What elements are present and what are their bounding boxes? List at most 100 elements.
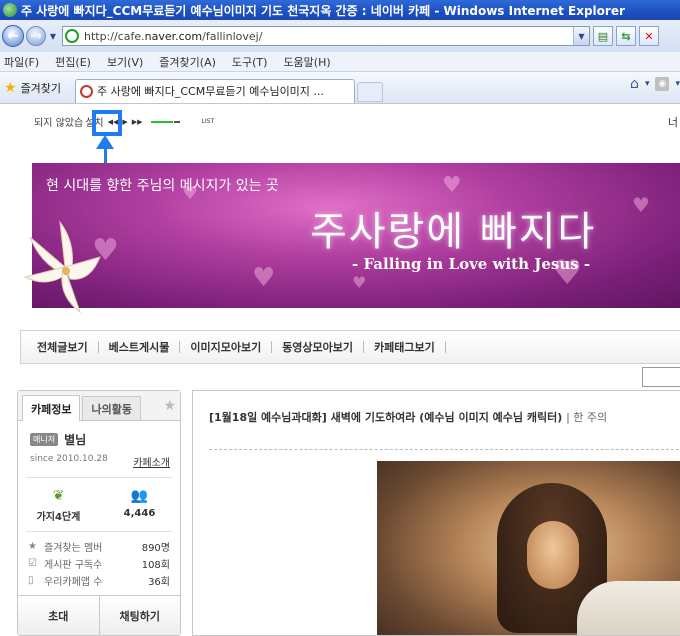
rss-dropdown[interactable]: ▾ bbox=[675, 79, 680, 89]
menu-images[interactable]: 이미지모아보기 bbox=[190, 339, 261, 355]
play-icon[interactable]: ▶ bbox=[122, 118, 127, 126]
cafe-search-input[interactable] bbox=[642, 367, 680, 387]
article-divider bbox=[209, 449, 680, 450]
cafe-stats: ❦ 가지4단계 👥 4,446 bbox=[18, 488, 180, 523]
menu-separator bbox=[363, 341, 365, 353]
menu-separator bbox=[271, 341, 273, 353]
menu-videos[interactable]: 동영상모아보기 bbox=[282, 339, 353, 355]
favorites-bar: ★ 즐겨찾기 주 사랑에 빠지다_CCM무료듣기 예수님이미지 ... ⌂ ▾ … bbox=[0, 72, 680, 104]
heart-icon: ♥ bbox=[632, 193, 650, 217]
command-bar: ⌂ ▾ ◉ ▾ bbox=[630, 76, 680, 92]
cafe-intro-link[interactable]: 카페소개 bbox=[133, 454, 170, 469]
back-button[interactable]: ← bbox=[2, 25, 24, 47]
cafe-banner[interactable]: ♥ ♥ ♥ ♥ ♥ ♥ ♥ 현 시대를 향한 주님의 메시지가 있는 곳 주사랑… bbox=[32, 163, 680, 308]
menu-best-posts[interactable]: 베스트게시물 bbox=[109, 339, 170, 355]
address-field[interactable]: http://cafe.naver.com/fallinlovej/ ▼ bbox=[62, 26, 590, 46]
menu-bar: 파일(F) 편집(E) 보기(V) 즐겨찾기(A) 도구(T) 도움말(H) bbox=[0, 52, 680, 72]
next-track-icon[interactable]: ▶▶ bbox=[132, 118, 143, 126]
tab-my-activity[interactable]: 나의활동 bbox=[82, 396, 141, 420]
cafe-stat-rows: ★ 즐겨찾는 멤버 890명 ☑ 게시판 구독수 108회 ▯ 우리카페앱 수 … bbox=[28, 538, 170, 589]
forward-button[interactable]: → bbox=[26, 26, 46, 46]
stat-value: 36회 bbox=[148, 577, 170, 588]
refresh-button[interactable]: ⇆ bbox=[616, 26, 636, 46]
home-dropdown[interactable]: ▾ bbox=[645, 79, 650, 89]
recent-pages-dropdown[interactable]: ▼ bbox=[48, 32, 58, 41]
painting-robe bbox=[577, 581, 680, 635]
cafe-level-stat[interactable]: ❦ 가지4단계 bbox=[18, 488, 99, 523]
stop-button[interactable]: ✕ bbox=[639, 26, 659, 46]
naver-site-icon bbox=[65, 29, 79, 43]
playlist-link[interactable]: LIST bbox=[202, 118, 215, 125]
naver-tab-icon bbox=[80, 84, 94, 98]
banner-title: 주사랑에 빠지다 bbox=[310, 209, 597, 255]
player-notice-text: 되지 않았습 bbox=[34, 118, 84, 129]
stat-row-favorite-members: ★ 즐겨찾는 멤버 890명 bbox=[28, 538, 170, 555]
lily-flower-icon bbox=[23, 220, 101, 314]
volume-handle[interactable] bbox=[173, 120, 180, 123]
favorites-star-icon[interactable]: ★ bbox=[4, 80, 17, 96]
volume-bar[interactable] bbox=[150, 120, 173, 123]
menu-separator bbox=[179, 341, 181, 353]
tab-cafe-info[interactable]: 카페정보 bbox=[22, 395, 81, 421]
menu-help[interactable]: 도움말(H) bbox=[283, 54, 330, 70]
member-count: 4,446 bbox=[123, 508, 156, 519]
star-icon[interactable]: ★ bbox=[163, 398, 176, 414]
menu-favorites[interactable]: 즐겨찾기(A) bbox=[159, 54, 216, 70]
music-player-bar: 되지 않았습 설치 ◀◀ ▶ ▶▶ LIST bbox=[34, 114, 215, 130]
chat-button[interactable]: 채팅하기 bbox=[98, 596, 180, 635]
stat-label: 게시판 구독수 bbox=[44, 560, 103, 571]
jesus-painting-image bbox=[377, 461, 680, 635]
home-icon[interactable]: ⌂ bbox=[630, 76, 639, 92]
banner-subtitle: - Falling in Love with Jesus - bbox=[352, 255, 591, 273]
cafe-info-sidebar: 카페정보 나의활동 ★ 매니저 별님 since 2010.10.28 카페소개… bbox=[17, 390, 181, 636]
mobile-phone-icon: ▯ bbox=[28, 575, 34, 586]
article-title[interactable]: [1월18일 예수님과대화] 새벽에 기도하여라 (예수님 이미지 예수님 캐릭… bbox=[209, 409, 607, 425]
heart-icon: ♥ bbox=[352, 273, 367, 292]
tab-current[interactable]: 주 사랑에 빠지다_CCM무료듣기 예수님이미지 ... bbox=[75, 78, 356, 103]
menu-view[interactable]: 보기(V) bbox=[107, 54, 143, 70]
checkbox-icon: ☑ bbox=[28, 558, 37, 569]
refresh-icon: ⇆ bbox=[621, 29, 631, 43]
heart-icon: ♥ bbox=[442, 173, 462, 198]
menu-edit[interactable]: 편집(E) bbox=[55, 54, 91, 70]
cafe-level: 가지4단계 bbox=[36, 512, 81, 523]
menu-separator bbox=[97, 341, 99, 353]
stat-row-cafe-app: ▯ 우리카페앱 수 36회 bbox=[28, 572, 170, 589]
stop-icon: ✕ bbox=[644, 29, 654, 43]
menu-tools[interactable]: 도구(T) bbox=[232, 54, 268, 70]
tab-title: 주 사랑에 빠지다_CCM무료듣기 예수님이미지 ... bbox=[97, 85, 324, 98]
article-title-extra: | 한 주의 bbox=[566, 411, 608, 424]
article-panel: [1월18일 예수님과대화] 새벽에 기도하여라 (예수님 이미지 예수님 캐릭… bbox=[192, 390, 680, 636]
address-dropdown[interactable]: ▼ bbox=[573, 27, 589, 45]
rss-feed-icon[interactable]: ◉ bbox=[655, 77, 670, 91]
url-brand: naver.com bbox=[144, 29, 203, 43]
manager-name[interactable]: 별님 bbox=[64, 431, 86, 448]
address-url[interactable]: http://cafe.naver.com/fallinlovej/ bbox=[84, 30, 573, 43]
manager-row: 매니저 별님 bbox=[30, 431, 180, 448]
window-titlebar: 주 사랑에 빠지다_CCM무료듣기 예수님이미지 기도 천국지옥 간증 : 네이… bbox=[0, 0, 680, 20]
sidebar-buttons: 초대 채팅하기 bbox=[18, 595, 180, 635]
star-icon: ★ bbox=[28, 541, 37, 552]
back-arrow-icon: ← bbox=[7, 28, 19, 44]
favorites-button[interactable]: 즐겨찾기 bbox=[21, 80, 61, 96]
menu-separator bbox=[444, 341, 446, 353]
url-prefix: http://cafe. bbox=[84, 29, 145, 43]
ie-app-icon bbox=[3, 3, 17, 17]
compatibility-view-button[interactable]: ▤ bbox=[593, 26, 613, 46]
stat-label: 즐겨찾는 멤버 bbox=[44, 543, 103, 554]
window-title: 주 사랑에 빠지다_CCM무료듣기 예수님이미지 기도 천국지옥 간증 : 네이… bbox=[21, 3, 625, 18]
new-tab-button[interactable] bbox=[357, 81, 384, 102]
invite-button[interactable]: 초대 bbox=[18, 596, 99, 635]
chevron-down-icon: ▼ bbox=[49, 31, 57, 41]
annotation-highlight-box bbox=[92, 110, 122, 136]
top-right-text: 너 bbox=[667, 116, 678, 129]
menu-file[interactable]: 파일(F) bbox=[4, 54, 39, 70]
banner-tagline: 현 시대를 향한 주님의 메시지가 있는 곳 bbox=[46, 178, 279, 194]
forward-arrow-icon: → bbox=[30, 28, 42, 44]
sidebar-tabs: 카페정보 나의활동 ★ bbox=[18, 391, 180, 421]
divider bbox=[26, 531, 172, 532]
menu-all-posts[interactable]: 전체글보기 bbox=[37, 339, 88, 355]
member-count-stat[interactable]: 👥 4,446 bbox=[99, 488, 180, 523]
menu-tags[interactable]: 카페태그보기 bbox=[374, 339, 435, 355]
since-row: since 2010.10.28 카페소개 bbox=[30, 454, 180, 469]
